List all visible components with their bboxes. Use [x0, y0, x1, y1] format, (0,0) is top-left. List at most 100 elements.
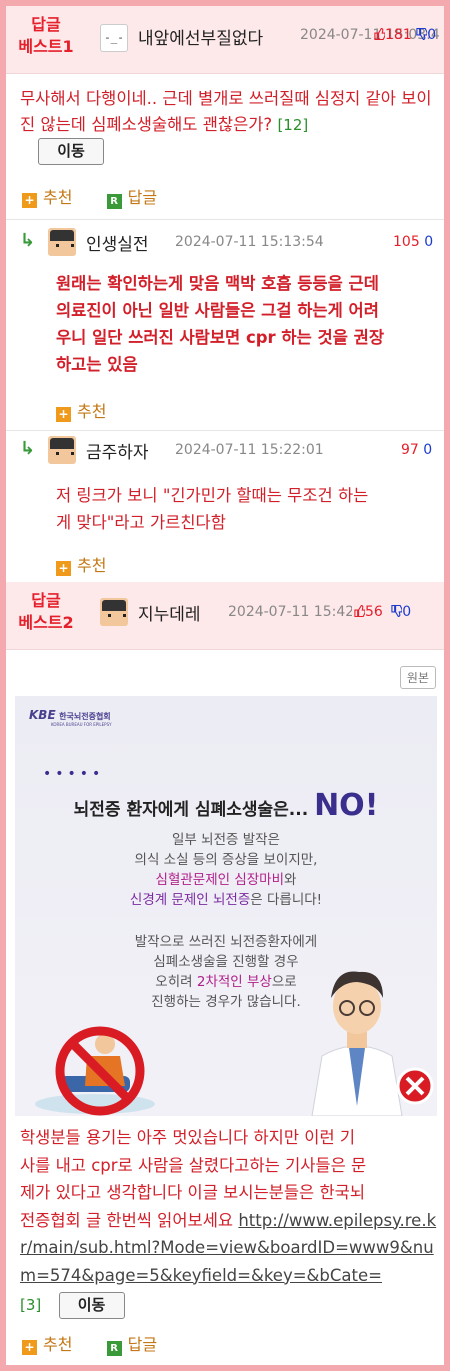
recommend-button[interactable]: + 추천 — [22, 188, 73, 208]
thumb-up-icon[interactable] — [354, 605, 365, 617]
dots-decoration: ••••• — [43, 766, 105, 782]
comment-line: 저 링크가 보니 "긴가민가 할때는 무조건 하는 — [56, 486, 369, 505]
reply-arrow-icon: ↳ — [20, 438, 36, 459]
reply-button[interactable]: R 답글 — [106, 188, 158, 209]
highlight-text: 신경계 문제인 뇌전증 — [129, 892, 251, 908]
image-paragraph-1: 일부 뇌전증 발작은 의식 소실 등의 증상을 보이지만, 심혈관문제인 심장마… — [15, 830, 437, 910]
best-badge: 답글 베스트1 — [6, 14, 86, 58]
recommend-label: 추천 — [77, 402, 107, 421]
upvote-count: 56 — [365, 604, 383, 620]
comment-line: 제가 있다고 생각합니다 이글 보시는분들은 한국뇌 — [20, 1183, 366, 1202]
comment-body: 무사해서 다행이네.. 근데 별개로 쓰러질때 심정지 같아 보이진 않는데 심… — [20, 86, 436, 165]
image-text: 와 — [284, 872, 297, 888]
badge-line: 베스트1 — [18, 37, 74, 56]
plus-icon: + — [22, 193, 37, 208]
nickname[interactable]: 금주하자 — [86, 438, 149, 463]
image-text: 은 다릅니다! — [250, 892, 323, 908]
doctor-illustration — [311, 971, 434, 1116]
recommend-label: 추천 — [43, 188, 73, 207]
downvote-count: 0 — [402, 604, 412, 620]
recommend-button[interactable]: + 추천 — [56, 552, 106, 576]
highlight-text: 2차적인 부상 — [196, 974, 272, 990]
org-logo: KBE 한국뇌전증협회 KOREA BUREAU FOR EPILEPSY — [29, 708, 112, 727]
reply-count: [12] — [277, 116, 309, 134]
original-image-button[interactable]: 원본 — [399, 666, 436, 689]
comment-line: 우니 일단 쓰러진 사람보면 cpr 하는 것을 권장 — [56, 328, 384, 347]
avatar[interactable] — [100, 598, 128, 626]
avatar-emoticon: -_- — [104, 31, 124, 44]
upvote-count: 105 — [393, 234, 420, 250]
logo-mark: KBE — [29, 708, 56, 722]
nickname[interactable]: 지누데레 — [138, 600, 201, 625]
reply-icon: R — [106, 194, 122, 209]
divider — [6, 430, 444, 431]
comment-line: 사를 내고 cpr로 사람을 살렸다고하는 기사들은 문 — [20, 1155, 367, 1175]
best-comment-header: 답글 베스트2 지누데레 2024-07-11 15:42:36 56 0 — [6, 582, 444, 650]
embedded-image[interactable]: KBE 한국뇌전증협회 KOREA BUREAU FOR EPILEPSY ••… — [15, 696, 437, 1116]
avatar[interactable] — [48, 228, 76, 256]
thumb-down-icon[interactable] — [391, 605, 403, 617]
image-text: 오히려 — [155, 974, 197, 990]
recommend-button[interactable]: + 추천 — [22, 1335, 73, 1355]
badge-line: 베스트2 — [18, 613, 74, 632]
plus-icon: + — [56, 561, 71, 576]
badge-line: 답글 — [31, 591, 61, 610]
plus-icon: + — [56, 407, 71, 422]
comment-text: 전증협회 글 한번씩 읽어보세요 — [20, 1210, 234, 1230]
comment-body: 원래는 확인하는게 맞음 맥박 호흡 등등을 근데 의료진이 아닌 일반 사람들… — [56, 270, 442, 378]
best-comment-header: 답글 베스트1 -_- 내앞에선부질없다 2024-07-11 15:03:4 … — [6, 6, 444, 74]
comment-line: 의료진이 아닌 일반 사람들은 그걸 하는게 어려 — [56, 301, 379, 320]
comment-line: 게 맞다"라고 가르친다함 — [56, 513, 226, 532]
headline-no: NO! — [314, 788, 379, 823]
nickname[interactable]: 인생실전 — [86, 230, 149, 255]
image-text-line: 일부 뇌전증 발작은 — [172, 832, 280, 848]
thumb-down-icon[interactable] — [416, 28, 428, 40]
avatar[interactable]: -_- — [100, 24, 128, 52]
comment-time: 2024-07-11 15:22:01 — [175, 442, 324, 458]
image-text-line: 심혈관문제인 심장마비와 — [15, 870, 437, 890]
downvote-count: 0 — [427, 27, 437, 43]
reply-count: [3] — [20, 1296, 42, 1314]
comment-body: 저 링크가 보니 "긴가민가 할때는 무조건 하는 게 맞다"라고 가르친다함 — [56, 482, 442, 536]
image-text: 으로 — [271, 974, 297, 990]
move-button[interactable]: 이동 — [38, 138, 104, 165]
plus-icon: + — [22, 1340, 37, 1355]
comment-time: 2024-07-11 15:13:54 — [175, 234, 324, 250]
org-subtitle: KOREA BUREAU FOR EPILEPSY — [51, 722, 112, 727]
reply-button[interactable]: R 답글 — [106, 1335, 158, 1356]
recommend-button[interactable]: + 추천 — [56, 398, 106, 422]
recommend-label: 추천 — [77, 556, 107, 575]
vote-counts: 56 0 — [352, 604, 412, 620]
comment-body: 학생분들 용기는 아주 멋있습니다 하지만 이런 기 사를 내고 cpr로 사람… — [20, 1124, 440, 1320]
reply-label: 답글 — [127, 188, 158, 207]
avatar[interactable] — [48, 436, 76, 464]
upvote-count: 181 — [385, 27, 412, 43]
downvote-count: 0 — [424, 234, 434, 250]
comment-line: 학생분들 용기는 아주 멋있습니다 하지만 이런 기 — [20, 1128, 356, 1147]
thumb-up-icon[interactable] — [374, 28, 385, 40]
comment-line: 전증협회 글 한번씩 읽어보세요 http://www.epilepsy.re.… — [20, 1207, 440, 1290]
downvote-count: 0 — [423, 442, 433, 458]
upvote-count: 97 — [401, 442, 419, 458]
comment-actions: + 추천 R 답글 — [22, 184, 157, 209]
divider — [6, 219, 444, 220]
reply-arrow-icon: ↳ — [20, 230, 36, 251]
org-name: 한국뇌전증협회 — [59, 712, 111, 721]
comment-actions: + 추천 R 답글 — [22, 1331, 157, 1356]
reply-label: 답글 — [127, 1335, 158, 1354]
image-text-line: 의식 소실 등의 증상을 보이지만, — [134, 852, 318, 868]
best-badge: 답글 베스트2 — [6, 590, 86, 634]
nickname[interactable]: 내앞에선부질없다 — [138, 24, 263, 49]
headline-text: 뇌전증 환자에게 심폐소생술은... — [73, 800, 309, 820]
comment-line: 하고는 있음 — [56, 355, 138, 374]
comment-meta: [3] 이동 — [20, 1291, 440, 1320]
no-cpr-illustration — [35, 1026, 155, 1116]
highlight-text: 심혈관문제인 심장마비 — [155, 872, 285, 888]
reply-icon: R — [106, 1341, 122, 1356]
vote-counts: 181 0 — [374, 27, 436, 43]
recommend-label: 추천 — [43, 1335, 73, 1354]
image-headline: 뇌전증 환자에게 심폐소생술은... NO! — [15, 788, 437, 823]
comment-line: 원래는 확인하는게 맞음 맥박 호흡 등등을 근데 — [56, 274, 379, 293]
move-button[interactable]: 이동 — [58, 1292, 125, 1319]
image-text-line: 신경계 문제인 뇌전증은 다릅니다! — [15, 890, 437, 910]
